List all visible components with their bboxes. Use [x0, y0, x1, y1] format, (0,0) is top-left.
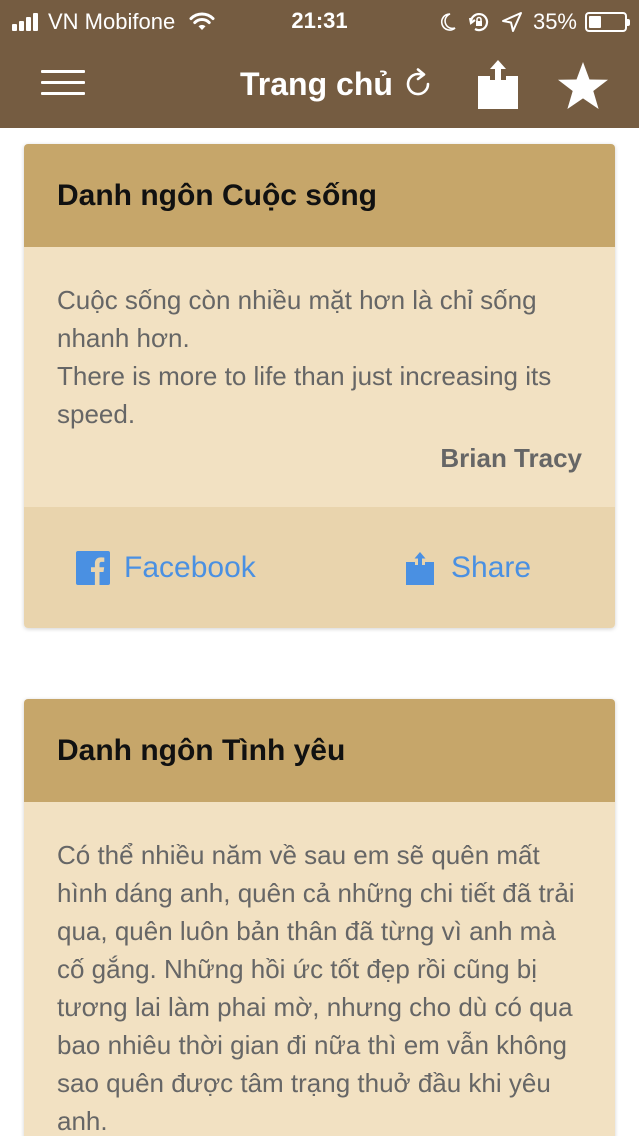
- quote-author: Brian Tracy: [440, 443, 582, 473]
- battery-percent: 35%: [532, 9, 577, 34]
- quote-feed[interactable]: Danh ngôn Cuộc sống Cuộc sống còn nhiều …: [0, 128, 639, 1136]
- battery-icon: [585, 12, 630, 32]
- facebook-icon: [76, 550, 110, 585]
- menu-icon[interactable]: [41, 70, 85, 96]
- share-label: Share: [451, 550, 532, 584]
- page-title: Trang chủ: [240, 65, 393, 102]
- quote-card: Danh ngôn Cuộc sống Cuộc sống còn nhiều …: [24, 144, 615, 628]
- share-icon[interactable]: [474, 58, 522, 110]
- facebook-label: Facebook: [124, 550, 256, 584]
- quote-card: Danh ngôn Tình yêu Có thể nhiều năm về s…: [24, 699, 615, 1136]
- share-icon: [406, 551, 434, 585]
- card-body: Có thể nhiều năm về sau em sẽ quên mất h…: [24, 802, 615, 1136]
- card-header: Danh ngôn Tình yêu: [24, 699, 615, 802]
- rotation-lock-icon: [467, 10, 491, 34]
- top-bar: VN Mobifone 21:31 35% Trang chủ: [0, 0, 639, 128]
- quote-english: There is more to life than just increasi…: [57, 361, 552, 429]
- facebook-button[interactable]: Facebook: [76, 507, 256, 628]
- status-right: 35%: [429, 8, 630, 36]
- star-icon[interactable]: [556, 60, 610, 112]
- quote-vietnamese: Cuộc sống còn nhiều mặt hơn là chỉ sống …: [57, 285, 537, 353]
- card-header: Danh ngôn Cuộc sống: [24, 144, 615, 247]
- quote-vietnamese: Có thể nhiều năm về sau em sẽ quên mất h…: [57, 840, 575, 1136]
- refresh-icon[interactable]: [401, 67, 435, 101]
- nav-bar: Trang chủ: [0, 44, 639, 128]
- location-arrow-icon: [501, 11, 523, 33]
- status-bar: VN Mobifone 21:31 35%: [0, 0, 639, 44]
- nav-title-group[interactable]: Trang chủ: [240, 62, 435, 106]
- moon-icon: [439, 12, 457, 32]
- card-title: Danh ngôn Tình yêu: [57, 733, 346, 767]
- card-actions: Facebook Share: [24, 507, 615, 628]
- card-title: Danh ngôn Cuộc sống: [57, 178, 377, 212]
- share-button[interactable]: Share: [403, 507, 531, 628]
- card-body: Cuộc sống còn nhiều mặt hơn là chỉ sống …: [24, 247, 615, 507]
